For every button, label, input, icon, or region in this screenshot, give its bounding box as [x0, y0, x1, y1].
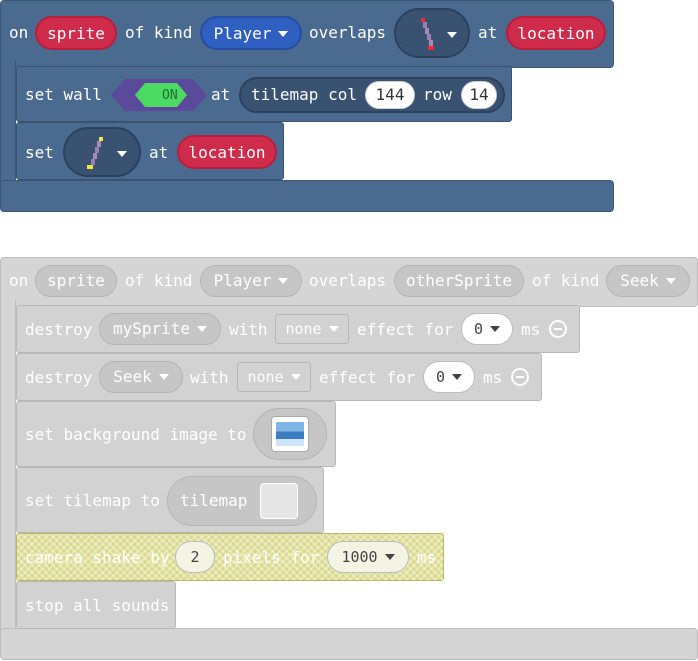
- top-tile-picker[interactable]: [394, 8, 470, 58]
- top-overlaps-label: overlaps: [309, 23, 387, 42]
- wall-toggle-label: ON: [162, 88, 178, 103]
- shake-duration-value: 1000: [341, 548, 378, 566]
- duration-dropdown[interactable]: 0: [423, 361, 475, 393]
- pixels-for-label: pixels for: [223, 548, 320, 567]
- set-wall-block[interactable]: set wall ON at tilemap col 144 row 14: [16, 66, 512, 122]
- chevron-down-icon: [328, 326, 339, 332]
- top-kind-value: Player: [213, 24, 272, 43]
- bottom-kind2-value: Seek: [620, 271, 659, 290]
- top-location-variable[interactable]: location: [506, 16, 606, 50]
- remove-param-icon[interactable]: [549, 320, 567, 338]
- ms-label: ms: [521, 320, 541, 339]
- duration-dropdown[interactable]: 0: [461, 313, 513, 345]
- bottom-of-kind2-label: of kind: [532, 271, 600, 290]
- destroy-block-2[interactable]: destroy Seek with none effect for 0 ms: [16, 353, 542, 401]
- camera-shake-block[interactable]: camera shake by 2 pixels for 1000 ms: [16, 533, 444, 581]
- chevron-down-icon: [452, 374, 463, 380]
- chevron-down-icon: [158, 374, 169, 380]
- top-at-label: at: [478, 23, 498, 42]
- set-wall-at-label: at: [211, 85, 231, 104]
- remove-param-icon[interactable]: [511, 368, 529, 386]
- wall-toggle[interactable]: [111, 79, 207, 111]
- top-event-arm: [0, 60, 16, 188]
- bottom-overlaps-label: overlaps: [309, 271, 387, 290]
- top-of-kind-label: of kind: [125, 23, 193, 42]
- set-tilemap-label: set tilemap to: [25, 491, 160, 510]
- bottom-kind2-dropdown[interactable]: Seek: [606, 265, 690, 297]
- chevron-down-icon: [278, 31, 289, 37]
- chevron-down-icon: [384, 554, 395, 560]
- destroy-block-1[interactable]: destroy mySprite with none effect for 0 …: [16, 305, 580, 353]
- shake-duration-dropdown[interactable]: 1000: [327, 541, 409, 573]
- tilemap-col-label: tilemap col: [251, 85, 357, 104]
- bottom-of-kind-label: of kind: [125, 271, 193, 290]
- with-label: with: [190, 368, 229, 387]
- destroy-target-dropdown[interactable]: Seek: [99, 361, 183, 393]
- top-sprite-variable[interactable]: sprite: [35, 16, 117, 50]
- bottom-kind-value: Player: [213, 271, 272, 290]
- other-sprite-variable[interactable]: otherSprite: [394, 265, 524, 297]
- tile-image-icon: [87, 137, 103, 169]
- chevron-down-icon: [290, 374, 301, 380]
- stop-sounds-block[interactable]: stop all sounds: [16, 581, 176, 629]
- tile-image-icon: [421, 18, 434, 50]
- chevron-down-icon: [197, 326, 208, 332]
- destroy-label: destroy: [25, 368, 93, 387]
- set-tile-picker[interactable]: [63, 127, 141, 177]
- tilemap-block[interactable]: tilemap: [167, 476, 317, 526]
- duration-value: 0: [435, 368, 446, 386]
- effect-dropdown[interactable]: none: [275, 314, 349, 344]
- set-wall-label: set wall: [25, 85, 103, 104]
- destroy-label: destroy: [25, 320, 93, 339]
- effect-for-label: effect for: [357, 320, 454, 339]
- set-tile-at-label: at: [149, 143, 169, 162]
- stop-sounds-label: stop all sounds: [25, 596, 170, 615]
- destroy-target-value: Seek: [113, 367, 152, 386]
- tilemap-col-block[interactable]: tilemap col 144 row 14: [239, 77, 505, 113]
- duration-value: 0: [473, 320, 484, 338]
- with-label: with: [229, 320, 268, 339]
- chevron-down-icon: [490, 326, 501, 332]
- top-kind-dropdown[interactable]: Player: [200, 16, 302, 50]
- ms-label: ms: [483, 368, 503, 387]
- ms-label: ms: [417, 548, 437, 567]
- background-thumbnail-icon: [271, 416, 309, 452]
- set-background-label: set background image to: [25, 425, 247, 444]
- bottom-sprite-variable[interactable]: sprite: [35, 265, 117, 297]
- bottom-on-label: on: [9, 271, 29, 290]
- chevron-down-icon: [117, 151, 127, 157]
- chevron-down-icon: [447, 32, 457, 38]
- bottom-event-footer: [0, 628, 698, 660]
- set-tile-label: set: [25, 143, 54, 162]
- set-tile-block[interactable]: set at location: [16, 122, 284, 180]
- destroy-target-value: mySprite: [112, 319, 191, 338]
- background-image-picker[interactable]: [253, 408, 327, 460]
- set-background-block[interactable]: set background image to: [16, 401, 336, 467]
- col-input[interactable]: 144: [365, 81, 415, 109]
- top-on-label: on: [9, 23, 29, 42]
- bottom-kind-dropdown[interactable]: Player: [200, 265, 302, 297]
- effect-for-label: effect for: [319, 368, 416, 387]
- destroy-target-dropdown[interactable]: mySprite: [99, 313, 221, 345]
- row-label: row: [423, 85, 452, 104]
- effect-value: none: [247, 368, 284, 386]
- set-tilemap-block[interactable]: set tilemap to tilemap: [16, 467, 324, 533]
- row-input[interactable]: 14: [461, 81, 497, 109]
- shake-amount-input[interactable]: 2: [175, 541, 215, 573]
- chevron-down-icon: [278, 278, 289, 284]
- effect-value: none: [285, 320, 322, 338]
- effect-dropdown[interactable]: none: [237, 362, 311, 392]
- tilemap-thumbnail-icon[interactable]: [260, 483, 298, 519]
- bottom-event-arm: [0, 300, 16, 634]
- chevron-down-icon: [665, 278, 676, 284]
- top-event-footer: [0, 180, 614, 212]
- set-tile-location[interactable]: location: [177, 135, 277, 169]
- tilemap-label: tilemap: [180, 491, 248, 510]
- camera-shake-label: camera shake by: [25, 548, 170, 567]
